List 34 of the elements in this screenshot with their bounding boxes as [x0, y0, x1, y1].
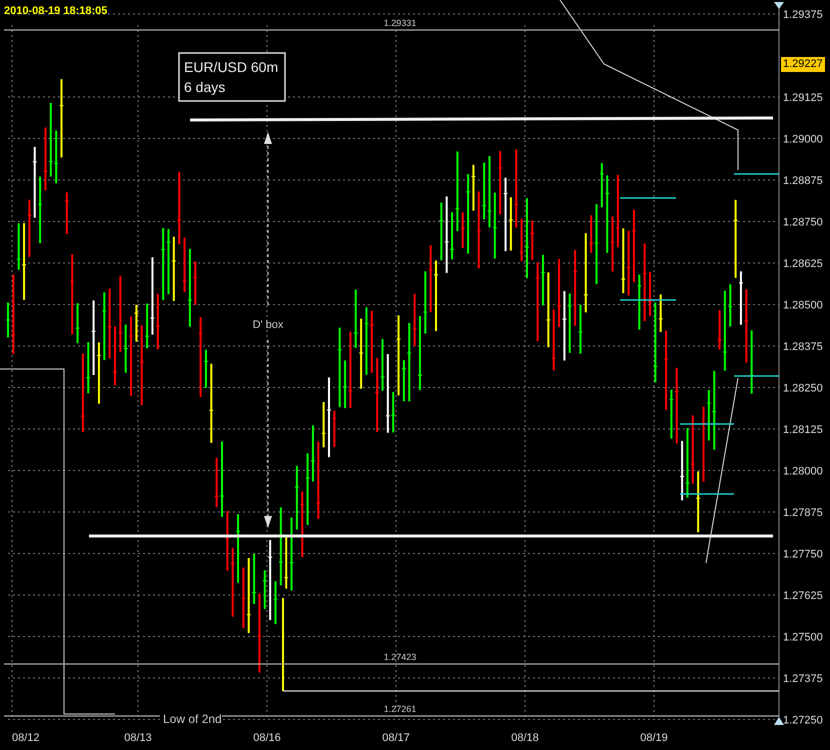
price-tick-label: 1.29125 [783, 92, 823, 104]
price-tick-label: 1.28875 [783, 175, 823, 187]
timestamp-label: 2010-08-19 18:18:05 [4, 5, 108, 17]
date-tick-label: 08/13 [124, 732, 152, 744]
current-price-badge: 1.29227 [781, 57, 825, 72]
price-tick-label: 1.28625 [783, 258, 823, 270]
price-tick-label: 1.28000 [783, 466, 823, 478]
price-tick-label: 1.27500 [783, 632, 823, 644]
price-tick-label: 1.27750 [783, 548, 823, 560]
scroll-marker-icon [774, 2, 784, 9]
price-tick-label: 1.28500 [783, 300, 823, 312]
price-tick-label: 1.29375 [783, 9, 823, 21]
price-tick-label: 1.28750 [783, 216, 823, 228]
note-label: Low of 2nd [163, 712, 222, 726]
date-tick-label: 08/18 [511, 732, 539, 744]
date-tick-label: 08/12 [12, 732, 40, 744]
price-tick-label: 1.29000 [783, 134, 823, 146]
scroll-marker-icon [774, 717, 784, 725]
info-text: EUR/USD 60m [184, 59, 278, 75]
level-label: 1.27261 [384, 704, 416, 714]
price-tick-label: 1.28125 [783, 424, 823, 436]
price-tick-label: 1.27250 [783, 714, 823, 726]
box-label: D' box [252, 319, 284, 331]
date-tick-label: 08/16 [253, 732, 281, 744]
price-tick-label: 1.27875 [783, 507, 823, 519]
price-tick-label: 1.28250 [783, 382, 823, 394]
date-tick-label: 08/17 [382, 732, 410, 744]
price-tick-label: 1.27375 [783, 673, 823, 685]
price-tick-label: 1.28375 [783, 341, 823, 353]
level-label: 1.29331 [384, 18, 416, 28]
date-tick-label: 08/19 [640, 732, 668, 744]
price-tick-label: 1.27625 [783, 590, 823, 602]
info-text: 6 days [184, 79, 226, 95]
level-label: 1.27423 [384, 652, 416, 662]
